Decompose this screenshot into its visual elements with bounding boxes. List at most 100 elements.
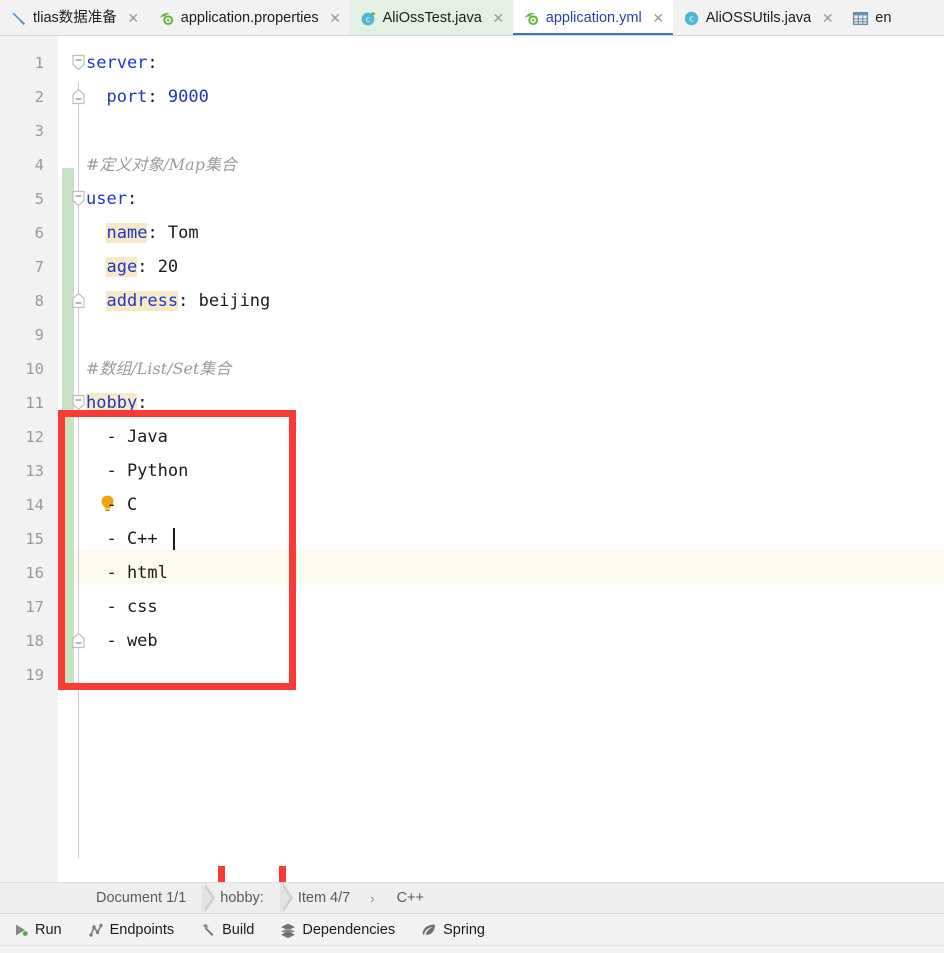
fold-collapse-icon[interactable] [71, 394, 86, 411]
line-number: 2 [34, 88, 44, 106]
editor-line[interactable]: 4 #定义对象/Map集合 [0, 148, 944, 182]
close-icon[interactable]: ✕ [127, 11, 140, 25]
line-content[interactable]: hobby: [86, 386, 147, 420]
editor-tab-label: tlias数据准备 [33, 9, 117, 26]
close-icon[interactable]: ✕ [492, 11, 505, 25]
line-content[interactable]: user: [86, 182, 137, 216]
line-number: 1 [34, 54, 44, 72]
yaml-key-highlighted: name [106, 223, 148, 243]
editor-line[interactable]: 18 - web [0, 624, 944, 658]
editor-tab-aliosstest-java[interactable]: c AliOssTest.java ✕ [349, 0, 513, 35]
fold-region-end-icon[interactable] [71, 292, 86, 309]
database-console-icon [10, 10, 27, 27]
editor-line[interactable]: 10 #数组/List/Set集合 [0, 352, 944, 386]
editor-line[interactable]: 7 age: 20 [0, 250, 944, 284]
line-number: 9 [34, 326, 44, 344]
line-number: 11 [25, 394, 44, 412]
close-icon[interactable]: ✕ [821, 11, 834, 25]
editor-tab-aliossutils-java[interactable]: c AliOSSUtils.java ✕ [672, 0, 843, 35]
line-content[interactable]: - C++ [86, 522, 157, 556]
line-content[interactable]: server: [86, 46, 158, 80]
dependencies-stack-icon [280, 922, 296, 938]
editor-line[interactable]: 1 server: [0, 46, 944, 80]
line-content[interactable]: #数组/List/Set集合 [86, 352, 231, 386]
run-icon [13, 922, 29, 938]
editor-line[interactable]: 6 name: Tom [0, 216, 944, 250]
tool-window-button-run[interactable]: Run [0, 922, 75, 938]
yaml-key-highlighted: address [106, 291, 179, 311]
line-content[interactable]: - css [86, 590, 158, 624]
line-content[interactable]: name: Tom [86, 216, 199, 250]
fold-collapse-icon[interactable] [71, 190, 86, 207]
line-content[interactable]: - web [86, 624, 157, 658]
yaml-value: - html [86, 563, 168, 583]
yaml-key: server [86, 53, 148, 73]
line-content[interactable]: age: 20 [86, 250, 178, 284]
editor-line[interactable]: 9 [0, 318, 944, 352]
editor-lines: 1 server: 2 port: 9000 3 4 #定义对象/Map集合 5 user: 6… [0, 36, 944, 882]
editor-line[interactable]: 13 - Python [0, 454, 944, 488]
yaml-value [86, 223, 106, 243]
tool-window-button-build[interactable]: Build [187, 922, 267, 938]
yaml-value: : [147, 87, 168, 107]
line-number: 6 [34, 224, 44, 242]
text-caret [173, 528, 175, 550]
breadcrumb-item[interactable]: C++ [379, 883, 440, 914]
editor-line[interactable]: 17 - css [0, 590, 944, 624]
yaml-key: port [86, 87, 148, 107]
yaml-value: beijing [198, 291, 271, 311]
editor-line[interactable]: 5 user: [0, 182, 944, 216]
yaml-value: - Java [86, 427, 168, 447]
fold-collapse-icon[interactable] [71, 54, 86, 71]
editor-tab-application-properties[interactable]: application.properties ✕ [147, 0, 350, 35]
line-content[interactable]: - html [86, 556, 168, 590]
editor-line[interactable]: 14 - C [0, 488, 944, 522]
editor-tab-en[interactable]: en [842, 0, 900, 35]
editor-tab-tlias[interactable]: tlias数据准备 ✕ [0, 0, 148, 35]
spring-properties-icon [158, 10, 175, 27]
editor-line[interactable]: 8 address: beijing [0, 284, 944, 318]
tool-window-button-dependencies[interactable]: Dependencies [267, 922, 408, 938]
editor-line[interactable]: 3 [0, 114, 944, 148]
line-number: 12 [25, 428, 44, 446]
tool-window-button-label: Build [222, 921, 255, 938]
code-editor[interactable]: 1 server: 2 port: 9000 3 4 #定义对象/Map集合 5 user: 6… [0, 36, 944, 882]
code-comment: #数组/List/Set集合 [86, 359, 232, 378]
java-class-icon: c [683, 10, 700, 27]
editor-tab-application-yml[interactable]: application.yml ✕ [512, 0, 673, 35]
editor-line[interactable]: 12 - Java [0, 420, 944, 454]
line-content[interactable]: address: beijing [86, 284, 270, 318]
line-number: 18 [25, 632, 44, 650]
line-content[interactable]: - Python [86, 454, 188, 488]
line-number: 15 [25, 530, 44, 548]
window-bottom-edge [0, 945, 944, 953]
fold-region-end-icon[interactable] [71, 632, 86, 649]
tool-window-button-label: Run [35, 921, 62, 938]
line-number: 13 [25, 462, 44, 480]
editor-line[interactable]: 15 - C++ [0, 522, 944, 556]
breadcrumb-item[interactable]: Document 1/1 [78, 882, 216, 914]
tool-window-button-endpoints[interactable]: Endpoints [75, 922, 188, 938]
line-content[interactable]: - Java [86, 420, 168, 454]
line-content[interactable]: port: 9000 [86, 80, 209, 114]
line-content[interactable]: #定义对象/Map集合 [86, 148, 237, 182]
yaml-value: - css [86, 597, 158, 617]
close-icon[interactable]: ✕ [652, 11, 665, 25]
svg-text:c: c [689, 14, 694, 24]
yaml-value: : [126, 189, 138, 209]
yaml-value: Tom [167, 223, 199, 243]
fold-region-end-icon[interactable] [71, 88, 86, 105]
editor-line[interactable]: 16 - html [0, 556, 944, 590]
yaml-value: : [147, 53, 158, 73]
yaml-value: : [147, 223, 168, 243]
yaml-key: 9000 [167, 87, 209, 107]
close-icon[interactable]: ✕ [329, 11, 342, 25]
line-number: 14 [25, 496, 44, 514]
tool-window-button-spring[interactable]: Spring [408, 922, 498, 938]
editor-line[interactable]: 11 hobby: [0, 386, 944, 420]
endpoints-icon [88, 922, 104, 938]
yaml-value: : [137, 393, 148, 413]
editor-line[interactable]: 19 [0, 658, 944, 692]
line-content[interactable]: - C [86, 488, 137, 522]
editor-line[interactable]: 2 port: 9000 [0, 80, 944, 114]
